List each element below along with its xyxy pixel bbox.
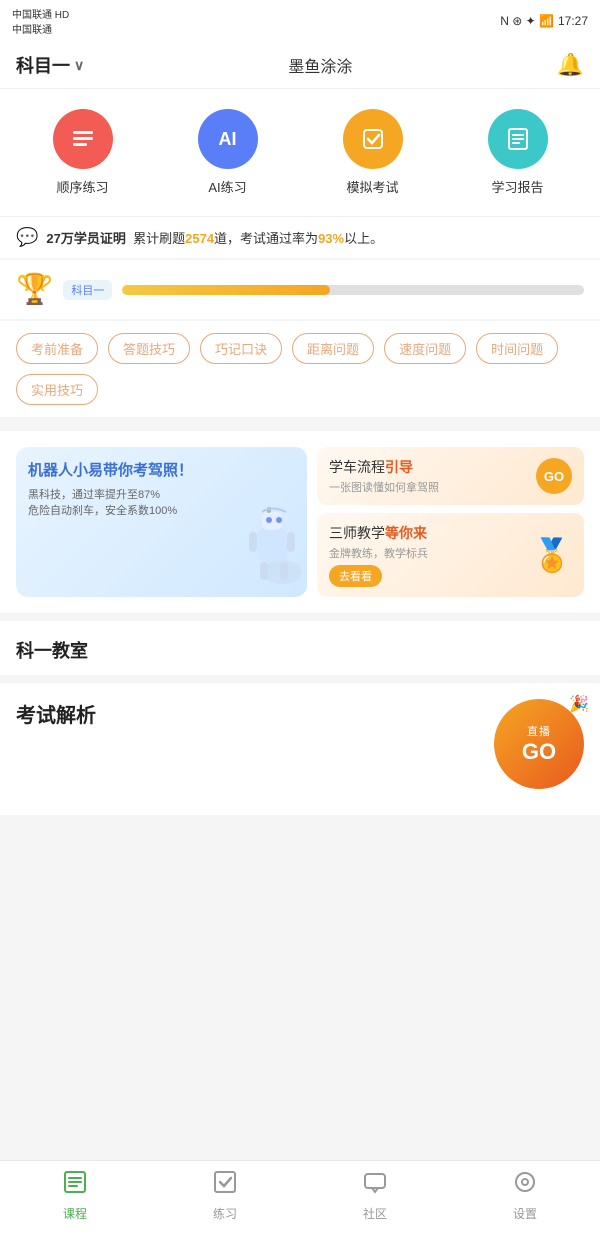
quick-actions: 顺序练习 AI AI练习 模拟考试 学习报告 — [0, 89, 600, 216]
live-text: 直播 — [527, 723, 551, 739]
subject-label: 科目一 — [16, 52, 70, 78]
tag-item[interactable]: 巧记口诀 — [200, 333, 282, 364]
trophy-section: 🏆 科目一 — [0, 260, 600, 319]
banner: 💬 27万学员证明 累计刷题2574道，考试通过率为93%以上。 — [0, 216, 600, 258]
sequential-icon — [53, 109, 113, 169]
course-icon — [62, 1169, 88, 1202]
ad-left-banner[interactable]: 机器人小易带你考驾照！ 黑科技，通过率提升至87% 危险自动刹车，安全系数100… — [16, 447, 307, 597]
practice-label: 练习 — [213, 1205, 237, 1222]
practice-icon — [212, 1169, 238, 1202]
report-label: 学习报告 — [491, 177, 543, 196]
mock-icon — [343, 109, 403, 169]
ad-learn-flow[interactable]: 学车流程引导 一张图读懂如何拿驾照 GO — [317, 447, 584, 505]
mock-label: 模拟考试 — [346, 177, 398, 196]
live-badge[interactable]: 🎉 直播 GO — [494, 699, 584, 789]
tags-section: 考前准备 答题技巧 巧记口诀 距离问题 速度问题 时间问题 实用技巧 — [0, 321, 600, 417]
ad-left-title: 机器人小易带你考驾照！ — [28, 461, 295, 481]
three-teacher-sub: 金牌教练，教学标兵 — [329, 545, 428, 561]
bell-icon: 🔔 — [557, 52, 584, 77]
nav-course[interactable]: 课程 — [45, 1169, 105, 1222]
tag-item[interactable]: 距离问题 — [292, 333, 374, 364]
status-bar: 中国联通 HD 中国联通 N ⊛ ✦ 📶 17:27 — [0, 0, 600, 42]
progress-fill — [122, 285, 330, 295]
go-button[interactable]: GO — [536, 458, 572, 494]
sequential-label: 顺序练习 — [56, 177, 108, 196]
community-icon — [362, 1169, 388, 1202]
tag-item[interactable]: 考前准备 — [16, 333, 98, 364]
ad-three-teacher[interactable]: 三师教学等你来 金牌教练，教学标兵 去看看 🏅 — [317, 513, 584, 597]
tag-item[interactable]: 时间问题 — [476, 333, 558, 364]
ad-section: 机器人小易带你考驾照！ 黑科技，通过率提升至87% 危险自动刹车，安全系数100… — [0, 431, 600, 613]
tag-item[interactable]: 速度问题 — [384, 333, 466, 364]
ad-right-bottom-text: 三师教学等你来 金牌教练，教学标兵 去看看 — [329, 523, 428, 587]
ai-label: AI练习 — [208, 177, 246, 196]
signal-icons: N ⊛ ✦ 📶 — [500, 14, 554, 28]
settings-label: 设置 — [513, 1205, 537, 1222]
course-label: 课程 — [63, 1205, 87, 1222]
carrier-info: 中国联通 HD 中国联通 — [12, 6, 69, 36]
exam-section: 考试解析 🎉 直播 GO — [0, 675, 600, 815]
trophy-icon: 🏆 — [16, 272, 53, 307]
learn-flow-title: 学车流程引导 — [329, 457, 439, 477]
nav-practice[interactable]: 练习 — [195, 1169, 255, 1222]
action-ai[interactable]: AI AI练习 — [198, 109, 258, 196]
watch-button[interactable]: 去看看 — [329, 565, 382, 587]
ad-right: 学车流程引导 一张图读懂如何拿驾照 GO 三师教学等你来 金牌教练，教学标兵 去… — [317, 447, 584, 597]
community-label: 社区 — [363, 1205, 387, 1222]
action-report[interactable]: 学习报告 — [488, 109, 548, 196]
ai-icon: AI — [198, 109, 258, 169]
tag-item[interactable]: 答题技巧 — [108, 333, 190, 364]
notification-button[interactable]: 🔔 — [557, 52, 584, 78]
battery-time: 17:27 — [558, 14, 588, 28]
action-sequential[interactable]: 顺序练习 — [53, 109, 113, 196]
report-icon — [488, 109, 548, 169]
classroom-section-title: 科一教室 — [0, 613, 600, 675]
app-name: 墨鱼涂涂 — [288, 53, 352, 77]
exam-analysis-title: 考试解析 — [16, 699, 96, 728]
confetti-icon: 🎉 — [569, 694, 589, 714]
nav-settings[interactable]: 设置 — [495, 1169, 555, 1222]
live-go-text: GO — [522, 739, 556, 765]
medal-icon: 🏅 — [532, 536, 572, 574]
banner-chat-icon: 💬 — [16, 227, 38, 248]
subject-selector[interactable]: 科目一 ∨ — [16, 52, 84, 78]
nav-community[interactable]: 社区 — [345, 1169, 405, 1222]
tag-item[interactable]: 实用技巧 — [16, 374, 98, 405]
ad-right-top-text: 学车流程引导 一张图读懂如何拿驾照 — [329, 457, 439, 495]
carrier2: 中国联通 — [12, 21, 69, 36]
robot-icon — [227, 497, 307, 597]
action-mock[interactable]: 模拟考试 — [343, 109, 403, 196]
bottom-nav: 课程 练习 社区 设置 — [0, 1160, 600, 1234]
banner-text: 27万学员证明 累计刷题2574道，考试通过率为93%以上。 — [46, 228, 383, 247]
settings-icon — [512, 1169, 538, 1202]
three-teacher-title: 三师教学等你来 — [329, 523, 428, 543]
status-right: N ⊛ ✦ 📶 17:27 — [500, 14, 588, 28]
carrier1: 中国联通 HD — [12, 6, 69, 21]
progress-bar — [122, 285, 584, 295]
learn-flow-sub: 一张图读懂如何拿驾照 — [329, 479, 439, 495]
subject-badge: 科目一 — [63, 280, 112, 300]
chevron-down-icon: ∨ — [74, 57, 84, 74]
header: 科目一 ∨ 墨鱼涂涂 🔔 — [0, 42, 600, 89]
